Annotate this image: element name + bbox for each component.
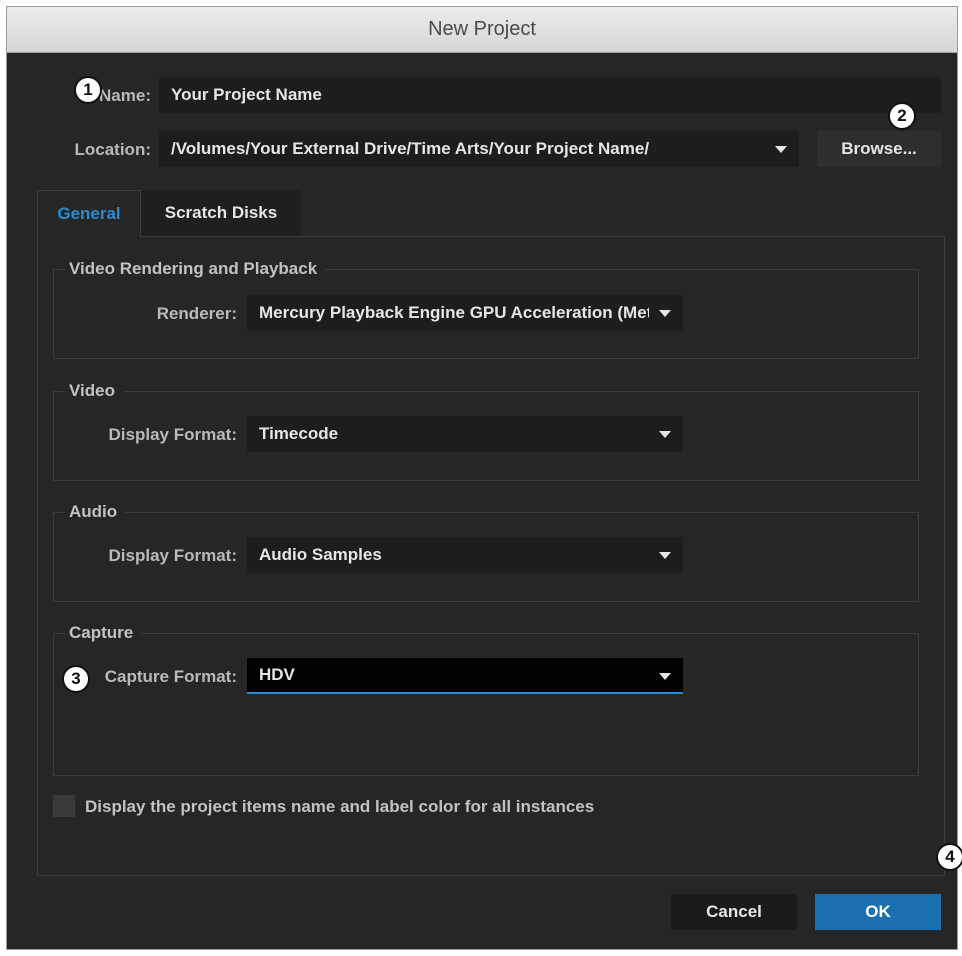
annotation-badge-2: 2	[888, 102, 916, 130]
audio-title: Audio	[65, 502, 126, 522]
capture-format-value: HDV	[259, 665, 295, 684]
capture-title: Capture	[65, 623, 142, 643]
video-display-format-dropdown[interactable]: Timecode	[247, 416, 683, 452]
window-title: New Project	[428, 18, 536, 40]
chevron-down-icon	[659, 673, 671, 680]
tab-scratch-disks[interactable]: Scratch Disks	[141, 190, 301, 236]
window-titlebar: New Project	[7, 7, 957, 53]
annotation-badge-1: 1	[74, 76, 102, 104]
renderer-label: Renderer:	[156, 304, 237, 323]
tab-general[interactable]: General	[37, 190, 141, 237]
ok-button[interactable]: OK	[815, 894, 941, 930]
location-label: Location:	[74, 140, 152, 159]
capture-format-dropdown[interactable]: HDV	[247, 658, 683, 694]
new-project-dialog: New Project Name: Your Project Name Loca…	[6, 6, 958, 950]
chevron-down-icon	[775, 146, 787, 153]
annotation-badge-3: 3	[62, 665, 90, 693]
chevron-down-icon	[659, 310, 671, 317]
annotation-badge-4: 4	[936, 843, 962, 871]
renderer-value: Mercury Playback Engine GPU Acceleration…	[259, 303, 649, 322]
video-display-format-label: Display Format:	[108, 425, 237, 444]
display-items-checkbox-label: Display the project items name and label…	[85, 797, 595, 816]
location-value: /Volumes/Your External Drive/Time Arts/Y…	[171, 139, 650, 158]
video-rendering-title: Video Rendering and Playback	[65, 259, 326, 279]
video-display-format-value: Timecode	[259, 424, 339, 443]
project-name-input[interactable]: Your Project Name	[159, 77, 941, 113]
project-name-value: Your Project Name	[171, 85, 322, 104]
audio-display-format-label: Display Format:	[108, 546, 237, 565]
chevron-down-icon	[659, 552, 671, 559]
renderer-dropdown[interactable]: Mercury Playback Engine GPU Acceleration…	[247, 295, 683, 331]
location-dropdown[interactable]: /Volumes/Your External Drive/Time Arts/Y…	[159, 131, 799, 167]
capture-group	[53, 633, 919, 776]
audio-display-format-dropdown[interactable]: Audio Samples	[247, 537, 683, 573]
chevron-down-icon	[659, 431, 671, 438]
cancel-button[interactable]: Cancel	[671, 894, 797, 930]
video-title: Video	[65, 381, 123, 401]
display-items-checkbox[interactable]	[53, 795, 75, 817]
name-label: Name:	[99, 86, 151, 105]
capture-format-label: Capture Format:	[104, 667, 237, 686]
audio-display-format-value: Audio Samples	[259, 545, 382, 564]
browse-button[interactable]: Browse...	[817, 131, 941, 167]
